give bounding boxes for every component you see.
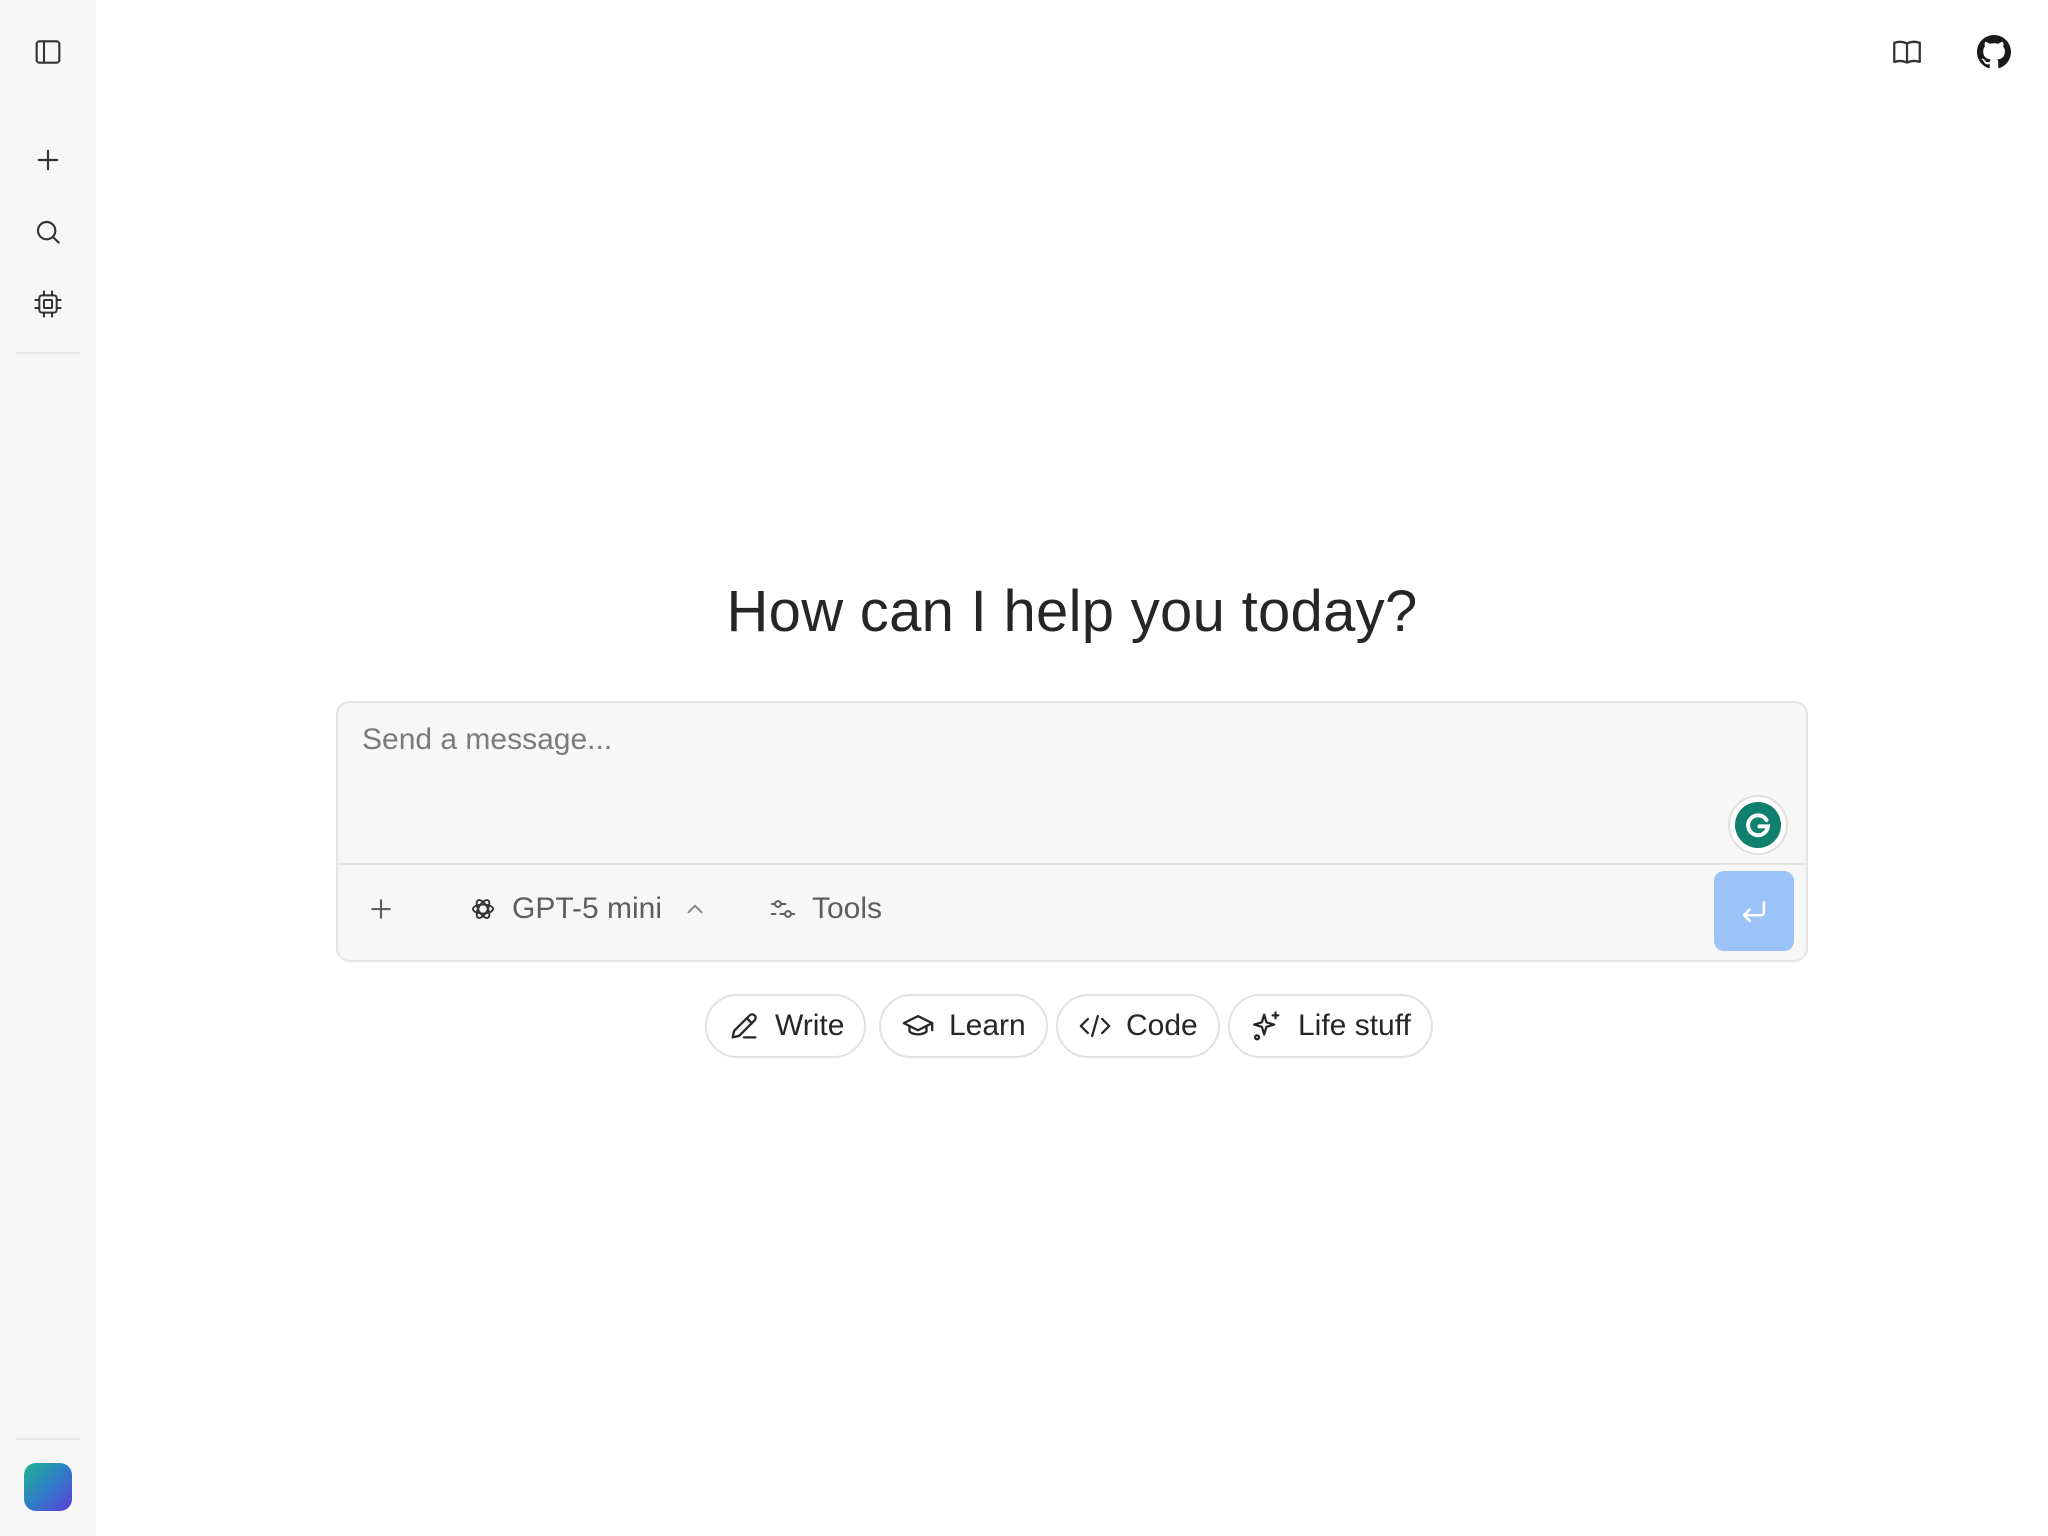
chevron-up-icon: [687, 904, 703, 914]
suggestion-life-stuff[interactable]: Life stuff: [1228, 994, 1433, 1058]
avatar[interactable]: [24, 1463, 72, 1511]
sparkles-icon: [1253, 1011, 1280, 1041]
graduation-cap-icon: [902, 1014, 934, 1036]
grammarly-icon: [1746, 813, 1771, 838]
grammarly-button[interactable]: [1728, 795, 1788, 855]
chip-label: Write: [775, 1009, 845, 1042]
book-open-icon: [1893, 40, 1921, 64]
tools-button[interactable]: Tools: [768, 879, 882, 939]
plus-icon: [37, 149, 59, 171]
sliders-icon: [770, 900, 796, 918]
tools-label: Tools: [812, 892, 883, 925]
model-selector[interactable]: GPT-5 mini: [468, 879, 708, 939]
sidebar-toggle-button[interactable]: [24, 28, 72, 76]
sidebar-divider: [16, 352, 80, 354]
message-input[interactable]: [362, 723, 1692, 833]
suggestion-code[interactable]: Code: [1056, 994, 1220, 1058]
sidebar-toggle-icon: [35, 40, 61, 64]
chip-label: Code: [1126, 1009, 1198, 1042]
docs-button[interactable]: [1883, 28, 1931, 76]
github-button[interactable]: [1970, 28, 2018, 76]
models-button[interactable]: [24, 280, 72, 328]
new-chat-button[interactable]: [24, 136, 72, 184]
grammarly-badge: [1735, 802, 1781, 848]
sidebar-divider-bottom: [16, 1438, 80, 1440]
suggestion-write[interactable]: Write: [705, 994, 867, 1058]
search-button[interactable]: [24, 208, 72, 256]
openai-icon: [472, 899, 494, 919]
pencil-icon: [731, 1013, 757, 1039]
composer-divider: [338, 863, 1806, 865]
attach-button[interactable]: [366, 879, 396, 939]
enter-icon: [1742, 901, 1766, 923]
plus-icon: [371, 899, 391, 919]
chip-label: Life stuff: [1298, 1009, 1411, 1042]
sidebar: [0, 0, 96, 1536]
github-icon: [1977, 35, 2011, 69]
message-composer: GPT-5 mini Tools: [336, 701, 1808, 962]
suggestion-learn[interactable]: Learn: [879, 994, 1048, 1058]
chip-label: Learn: [949, 1009, 1026, 1042]
model-label: GPT-5 mini: [512, 892, 663, 925]
code-icon: [1079, 1014, 1111, 1038]
send-button[interactable]: [1714, 871, 1794, 951]
search-icon: [36, 220, 60, 244]
page-title: How can I help you today?: [726, 579, 1418, 644]
cpu-icon: [34, 290, 62, 318]
